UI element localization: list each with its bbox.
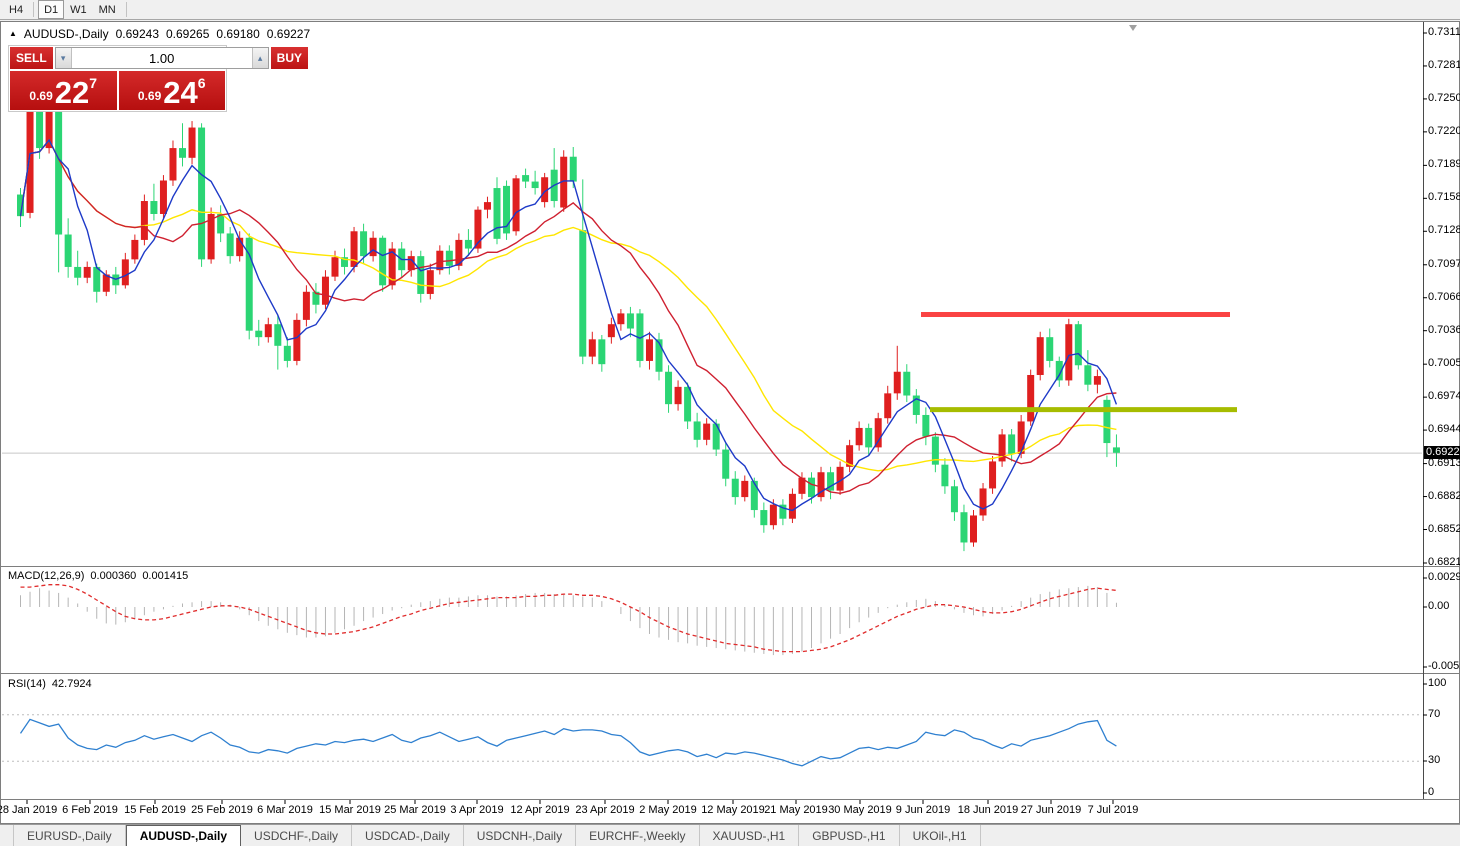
rsi-value: 42.7924 — [51, 678, 92, 690]
chart-symbol-label: AUDUSD-,Daily — [23, 27, 109, 41]
price-axis-label: 0.71890 — [1428, 158, 1460, 171]
chart-close-value: 0.69227 — [266, 27, 311, 41]
price-axis-label: 0.71585 — [1428, 191, 1460, 204]
rsi-axis-label: 100 — [1428, 677, 1447, 689]
buy-price-pip: 6 — [197, 75, 206, 91]
chart-open-value: 0.69243 — [115, 27, 159, 41]
buy-button[interactable]: BUY — [270, 47, 309, 69]
price-axis-label: 0.71280 — [1428, 224, 1460, 237]
axis-ticks — [26, 32, 1427, 804]
price-axis-label: 0.70665 — [1428, 290, 1460, 303]
price-axis-label: 0.70970 — [1428, 257, 1460, 270]
price-axis-label: 0.70360 — [1428, 323, 1460, 336]
pane-borders — [1, 22, 1459, 800]
chart-tab-usdcnh[interactable]: USDCNH-,Daily — [464, 825, 577, 846]
chart-high-value: 0.69265 — [166, 27, 210, 41]
buy-price-button[interactable]: 0.69 24 6 — [118, 71, 225, 110]
ma-fast-line — [19, 138, 1118, 512]
rsi-line — [19, 718, 1117, 767]
chevron-up-icon: ▴ — [257, 52, 263, 63]
buy-price-big: 24 — [163, 74, 198, 110]
chart-tab-eurusd[interactable]: EURUSD-,Daily — [14, 825, 126, 846]
one-click-panel-toggle-icon[interactable]: ▲ — [9, 29, 17, 38]
volume-increase-button[interactable]: ▴ — [251, 48, 268, 68]
chart-tab-ukoil[interactable]: UKOil-,H1 — [900, 825, 981, 846]
price-axis-label: 0.68210 — [1428, 556, 1460, 568]
toolbar-divider — [125, 2, 127, 17]
chart-tab-bar: EURUSD-,Daily AUDUSD-,Daily USDCHF-,Daily U… — [0, 824, 1460, 846]
volume-stepper: ▾ ▴ — [54, 47, 269, 69]
sell-price-big: 22 — [54, 74, 90, 110]
macd-indicator-label: MACD(12,26,9) 0.000360 0.001415 — [8, 570, 188, 582]
chart-canvas[interactable] — [0, 0, 1460, 846]
price-axis-label: 0.73115 — [1428, 26, 1460, 38]
rsi-axis-label: 70 — [1428, 708, 1441, 720]
chart-title: ▲ AUDUSD-,Daily 0.69243 0.69265 0.69180 … — [9, 27, 310, 41]
chart-tab-xauusd[interactable]: XAUUSD-,H1 — [700, 825, 800, 846]
rsi-axis-label: 0 — [1428, 786, 1435, 798]
timeframe-button-d1[interactable]: D1 — [38, 0, 65, 19]
price-axis-label: 0.69440 — [1428, 423, 1460, 436]
macd-axis-label: 0.00 — [1428, 600, 1450, 612]
macd-signal-value: 0.001415 — [142, 570, 189, 582]
macd-axis-label: -0.00525 — [1428, 660, 1460, 672]
rsi-indicator-label: RSI(14) 42.7924 — [8, 678, 92, 690]
price-axis-label: 0.69745 — [1428, 390, 1460, 403]
macd-main-value: 0.000360 — [90, 570, 137, 582]
ma-slow-line — [19, 138, 1117, 472]
rsi-name: RSI(14) — [8, 678, 46, 690]
volume-input[interactable] — [71, 48, 252, 68]
price-axis-label: 0.72810 — [1428, 58, 1460, 71]
macd-name: MACD(12,26,9) — [8, 570, 85, 582]
macd-histogram — [20, 585, 1117, 656]
price-axis-label: 0.68520 — [1428, 522, 1460, 535]
timeframe-toolbar: H4 D1 W1 MN — [0, 0, 1460, 20]
sell-price-base: 0.69 — [29, 89, 53, 103]
buy-price-base: 0.69 — [137, 89, 162, 103]
chart-shift-marker-icon[interactable] — [1129, 25, 1137, 31]
chart-tab-gbpusd[interactable]: GBPUSD-,H1 — [799, 825, 900, 846]
price-axis-label: 0.70050 — [1428, 357, 1460, 370]
price-axis-label: 0.72505 — [1428, 91, 1460, 104]
chart-tab-usdchf[interactable]: USDCHF-,Daily — [241, 825, 353, 846]
tab-bar-edge — [0, 825, 14, 846]
current-price-badge: 0.69227 — [1424, 446, 1460, 460]
toolbar-divider — [33, 2, 35, 17]
trading-terminal-window: H4 D1 W1 MN ▲ AUDUSD-,Daily 0.69243 0.69265… — [0, 0, 1460, 846]
chart-low-value: 0.69180 — [216, 27, 260, 41]
price-axis-label: 0.72200 — [1428, 124, 1460, 137]
one-click-trading-panel: SELL ▾ ▴ BUY 0.69 22 7 0.69 24 6 — [8, 45, 309, 112]
chart-tab-eurchf[interactable]: EURCHF-,Weekly — [576, 825, 700, 846]
chart-tab-usdcad[interactable]: USDCAD-,Daily — [352, 825, 464, 846]
timeframe-button-mn[interactable]: MN — [93, 0, 122, 19]
rsi-levels — [2, 714, 1422, 762]
sell-price-button[interactable]: 0.69 22 7 — [10, 71, 117, 110]
chevron-down-icon: ▾ — [60, 52, 66, 63]
sell-button[interactable]: SELL — [10, 47, 53, 69]
macd-signal-line — [20, 584, 1117, 653]
timeframe-button-h4[interactable]: H4 — [3, 0, 29, 19]
date-axis-label: 7 Jul 2019 — [1087, 804, 1139, 816]
chart-tab-audusd[interactable]: AUDUSD-,Daily — [125, 825, 242, 846]
sell-price-pip: 7 — [89, 75, 98, 91]
price-axis-label: 0.68825 — [1428, 489, 1460, 502]
macd-axis-label: 0.002984 — [1428, 571, 1460, 583]
rsi-axis-label: 30 — [1428, 754, 1441, 766]
timeframe-button-w1[interactable]: W1 — [64, 0, 93, 19]
volume-decrease-button[interactable]: ▾ — [55, 48, 72, 68]
